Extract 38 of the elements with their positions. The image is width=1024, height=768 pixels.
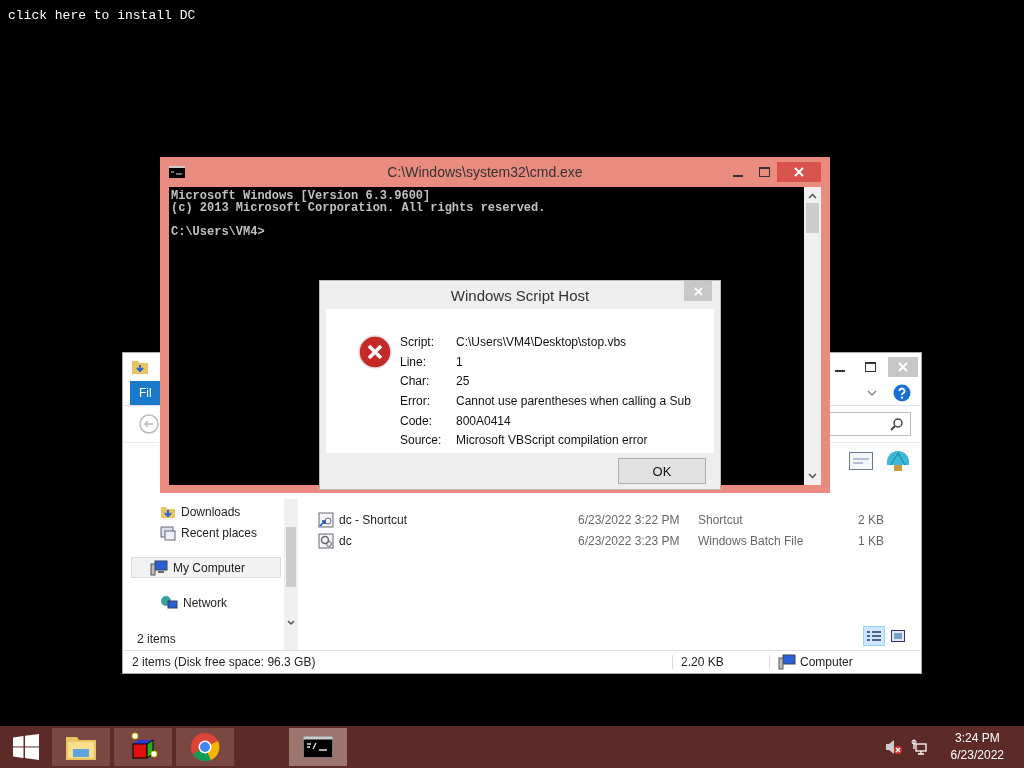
file-name[interactable]: dc xyxy=(339,533,352,548)
field-value: Cannot use parentheses when calling a Sub xyxy=(456,394,691,410)
item-count: 2 items xyxy=(136,632,177,648)
file-size: 2 KB xyxy=(857,512,884,527)
file-date: 6/23/2022 3:23 PM xyxy=(578,533,681,548)
sidebar-item[interactable]: Downloads xyxy=(131,501,281,522)
ribbon-tab[interactable]: Fil xyxy=(130,381,160,405)
desktop-link[interactable]: click here to install DC xyxy=(8,8,196,23)
window-title: C:\Windows\system32\cmd.exe xyxy=(386,164,584,180)
field-value: 800A0414 xyxy=(456,413,512,430)
console-line: Microsoft Windows [Version 6.3.9600] xyxy=(171,190,431,202)
file-name[interactable]: dc - Shortcut xyxy=(339,512,408,527)
status-summary: 2 items (Disk free space: 96.3 GB) xyxy=(123,655,673,669)
clock-time[interactable]: 3:24 PM xyxy=(954,730,1000,747)
field-label: Script: xyxy=(400,335,435,351)
field-label: Line: xyxy=(400,354,428,371)
console-line: (c) 2013 Microsoft Corporation. All rights reserved. xyxy=(171,202,547,214)
field-label: Char: xyxy=(400,374,431,391)
status-size: 2.20 KB xyxy=(673,655,770,669)
field-label: Error: xyxy=(400,394,431,410)
file-type: Windows Batch File xyxy=(698,533,805,548)
clock-date[interactable]: 6/23/2022 xyxy=(950,747,1004,764)
sidebar-item[interactable]: My Computer xyxy=(131,557,281,578)
field-value: C:\Users\VM4\Desktop\stop.vbs xyxy=(456,335,628,351)
sidebar-item[interactable]: Recent places xyxy=(131,522,281,543)
field-value: Microsoft VBScript compilation error xyxy=(456,433,649,450)
file-date: 6/23/2022 3:22 PM xyxy=(578,512,681,527)
sidebar-item[interactable]: Network xyxy=(131,592,281,613)
status-location: Computer xyxy=(800,655,853,669)
ok-button[interactable]: OK xyxy=(618,458,706,484)
field-label: Source: xyxy=(400,433,443,450)
field-value: 1 xyxy=(456,354,464,371)
field-value: 25 xyxy=(456,374,471,391)
file-type: Shortcut xyxy=(698,512,744,527)
dialog-title: Windows Script Host xyxy=(449,286,591,304)
file-size: 1 KB xyxy=(857,533,884,548)
console-prompt: C:\Users\VM4> xyxy=(171,226,266,238)
field-label: Code: xyxy=(400,413,434,430)
